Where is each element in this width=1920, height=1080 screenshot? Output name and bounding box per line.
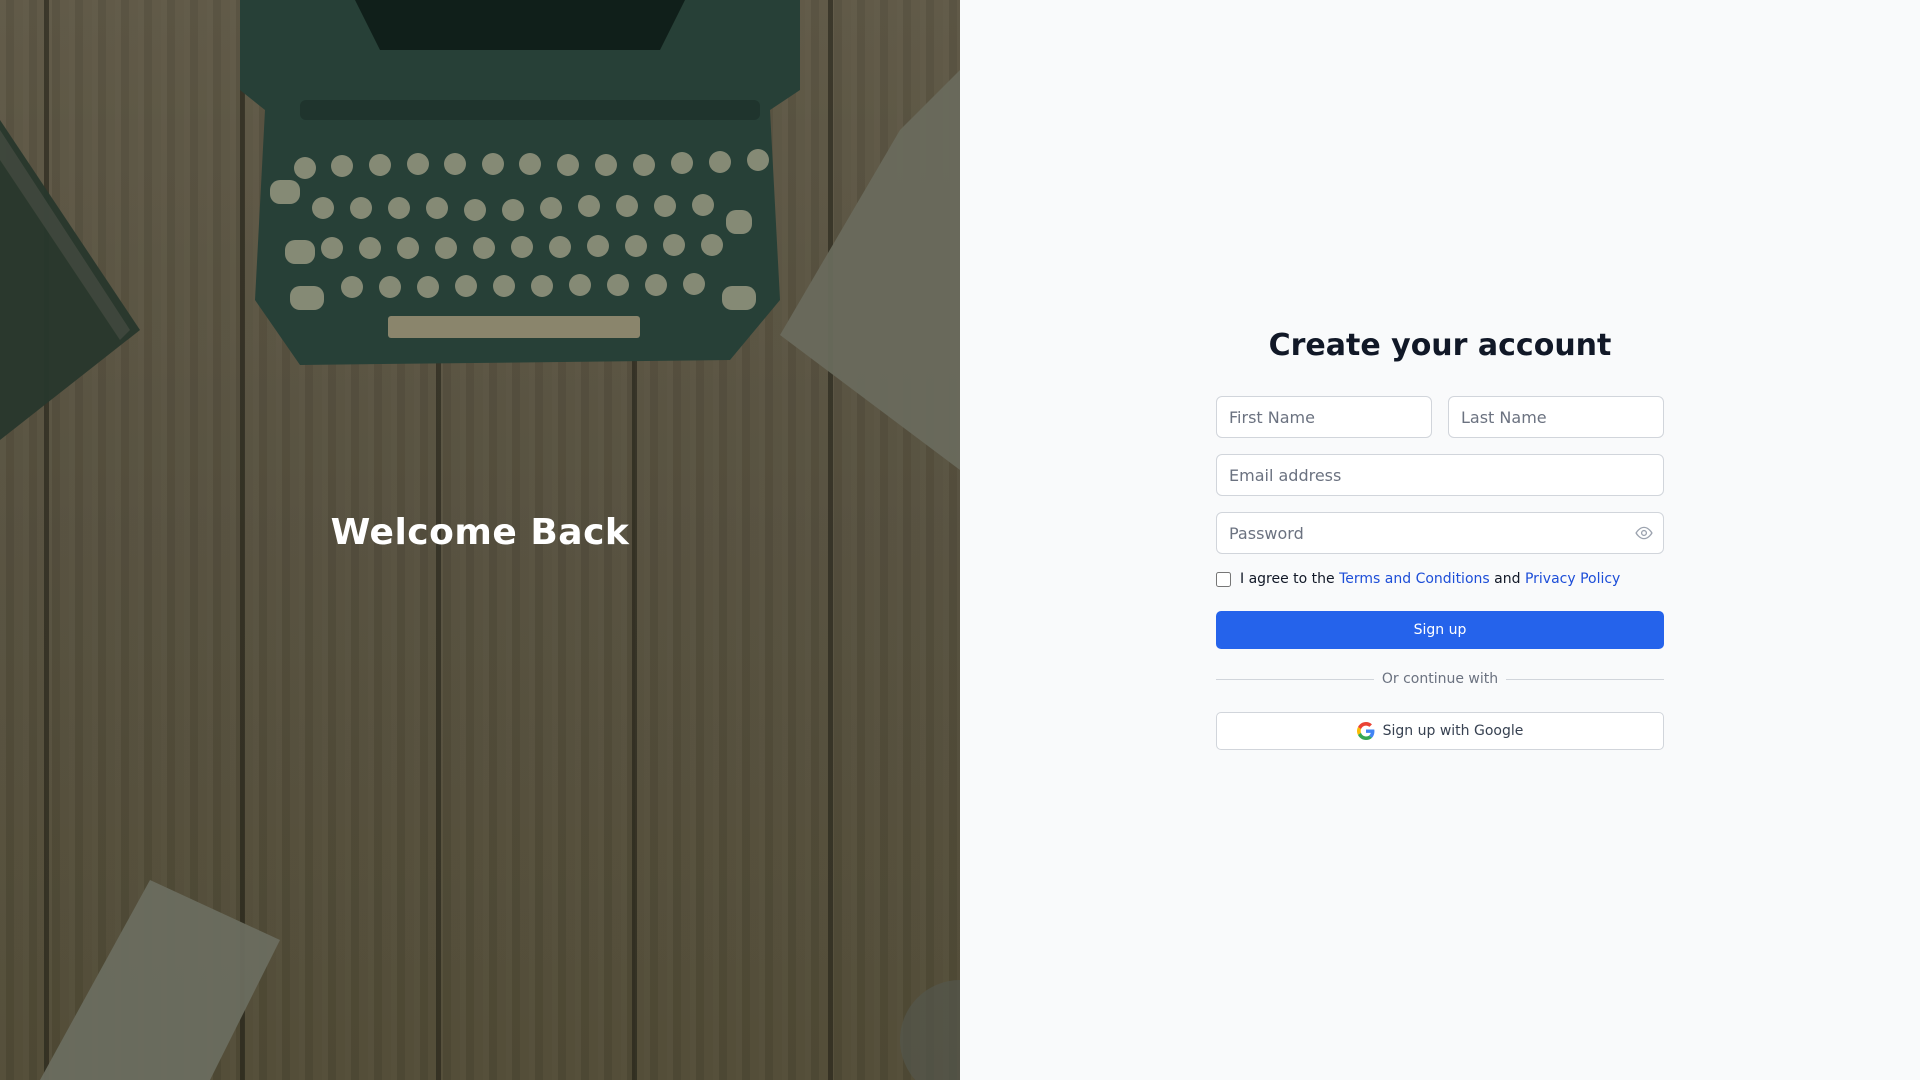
form-title: Create your account [1268, 328, 1612, 363]
agree-middle: and [1489, 571, 1525, 587]
agree-prefix: I agree to the [1240, 571, 1340, 587]
google-icon [1356, 722, 1375, 740]
email-wrapper [1216, 454, 1664, 496]
email-input[interactable] [1216, 454, 1664, 496]
first-name-input[interactable] [1216, 396, 1432, 438]
divider-label: Or continue with [1381, 671, 1499, 687]
hero-panel: Welcome Back [0, 0, 960, 1080]
hero-title: Welcome Back [330, 512, 630, 553]
password-wrapper [1216, 512, 1664, 554]
terms-link[interactable]: Terms and Conditions [1339, 571, 1490, 587]
privacy-link[interactable]: Privacy Policy [1525, 571, 1620, 587]
password-input[interactable] [1216, 512, 1664, 554]
eye-icon[interactable] [1634, 523, 1654, 543]
last-name-wrapper [1448, 396, 1664, 438]
google-signup-button[interactable]: Sign up with Google [1216, 712, 1664, 750]
google-button-label: Sign up with Google [1382, 723, 1524, 739]
terms-agreement: I agree to the Terms and Conditions and … [1216, 571, 1664, 587]
signup-button[interactable]: Sign up [1216, 611, 1664, 649]
terms-checkbox[interactable] [1216, 571, 1231, 587]
divider-line-left [1216, 678, 1374, 680]
first-name-wrapper [1216, 396, 1432, 438]
signup-form: Create your account I agree to the [1216, 328, 1665, 750]
signup-panel: Create your account I agree to the [960, 0, 1920, 1080]
last-name-input[interactable] [1448, 396, 1664, 438]
name-row [1216, 396, 1664, 438]
divider-line-right [1506, 678, 1665, 680]
divider: Or continue with [1216, 671, 1665, 687]
